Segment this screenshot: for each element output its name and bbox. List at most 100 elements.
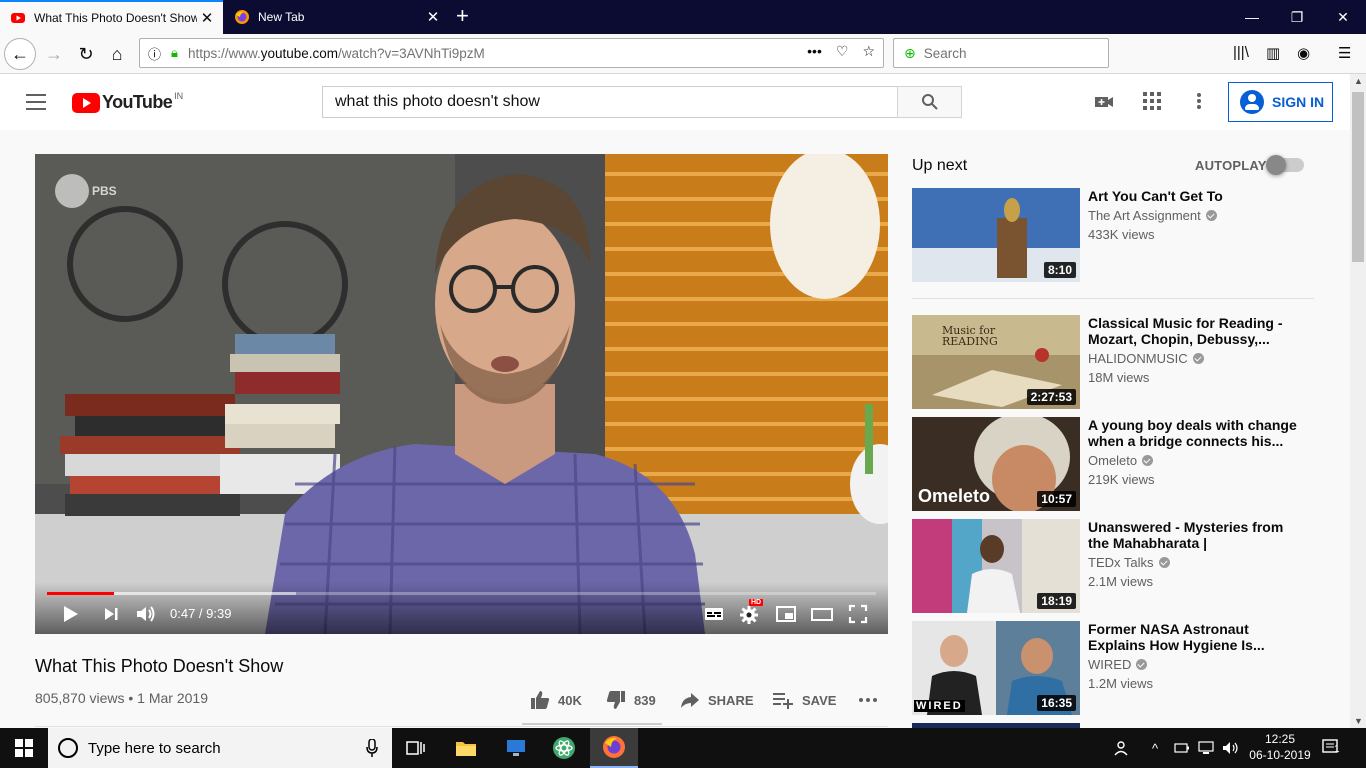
reload-icon[interactable]: ↻ (70, 38, 102, 70)
notification-count: 1 (1334, 744, 1340, 755)
microphone-icon[interactable] (366, 739, 378, 757)
theater-mode-button[interactable] (810, 602, 834, 626)
page-scrollbar[interactable]: ▲ ▼ (1350, 74, 1366, 728)
close-tab-icon[interactable]: ✕ (423, 8, 443, 26)
recommended-video[interactable]: Music for READING 2:27:53 Classical Musi… (912, 315, 1322, 409)
youtube-search-input[interactable]: what this photo doesn't show (322, 86, 898, 118)
page-actions-icon[interactable]: ••• (807, 43, 822, 60)
file-explorer-button[interactable] (442, 728, 490, 768)
recommended-video[interactable]: 8:10 Art You Can't Get To The Art Assign… (912, 188, 1322, 282)
url-bar[interactable]: ⓘ 🔒︎ https://www.youtube.com/watch?v=3AV… (139, 38, 884, 68)
play-button[interactable] (58, 602, 82, 626)
browser-tab-bar: What This Photo Doesn't Show ✕ New Tab ✕… (0, 0, 1366, 34)
video-thumbnail[interactable]: WIRED 16:35 (912, 621, 1080, 715)
sidebar-icon[interactable]: ▥ (1266, 44, 1280, 62)
minimize-icon[interactable]: — (1229, 0, 1275, 34)
channel-name[interactable]: Omeleto (1088, 453, 1298, 468)
miniplayer-button[interactable] (774, 602, 798, 626)
thumbs-down-icon (606, 691, 625, 709)
fullscreen-icon (848, 604, 868, 624)
mute-button[interactable] (134, 602, 158, 626)
fullscreen-button[interactable] (846, 602, 870, 626)
divider (912, 298, 1314, 299)
pocket-icon[interactable]: ♡ (836, 43, 849, 60)
url-text[interactable]: https://www.youtube.com/watch?v=3AVNhTi9… (188, 46, 485, 61)
miniplayer-icon (776, 606, 796, 622)
battery-icon[interactable] (1174, 728, 1190, 768)
video-player[interactable]: PBS 0:47 / 9:39 HD (35, 154, 888, 634)
restore-icon[interactable]: ❐ (1274, 0, 1320, 34)
apps-grid-icon[interactable] (1143, 92, 1161, 110)
bookmark-star-icon[interactable]: ☆ (862, 43, 875, 60)
like-button[interactable]: 40K (530, 690, 582, 710)
search-button[interactable] (897, 86, 962, 118)
like-ratio-bar (522, 723, 662, 725)
scrollbar-thumb[interactable] (1352, 92, 1364, 262)
new-tab-plus-icon[interactable]: + (456, 4, 469, 28)
video-thumbnail[interactable]: 8:10 (912, 188, 1080, 282)
browser-search-input[interactable]: ⊕ Search (893, 38, 1109, 68)
forward-arrow-icon[interactable]: → (38, 38, 70, 70)
scroll-up-icon[interactable]: ▲ (1354, 76, 1363, 86)
settings-more-icon[interactable] (1196, 92, 1202, 110)
autoplay-toggle[interactable] (1266, 155, 1304, 175)
search-engine-icon[interactable]: ⊕ (904, 45, 916, 62)
system-clock[interactable]: 12:25 06-10-2019 (1248, 731, 1312, 763)
sign-in-button[interactable]: SIGN IN (1228, 82, 1333, 122)
video-title[interactable]: Unanswered - Mysteries from the Mahabhar… (1088, 519, 1298, 551)
lock-icon[interactable]: 🔒︎ (171, 45, 178, 61)
volume-icon[interactable] (1222, 728, 1240, 768)
desktop-app-button[interactable] (492, 728, 540, 768)
channel-name[interactable]: TEDx Talks (1088, 555, 1298, 570)
progress-bar[interactable] (47, 592, 876, 595)
create-video-icon[interactable] (1094, 92, 1114, 112)
menu-icon[interactable]: ☰ (1338, 44, 1351, 62)
guide-menu-icon[interactable] (26, 94, 46, 110)
home-icon[interactable]: ⌂ (101, 38, 133, 70)
video-thumbnail[interactable]: 18:19 (912, 519, 1080, 613)
people-icon[interactable] (1114, 728, 1132, 768)
video-title[interactable]: A young boy deals with change when a bri… (1088, 417, 1298, 449)
channel-name[interactable]: The Art Assignment (1088, 208, 1298, 223)
folder-icon (456, 742, 476, 756)
firefox-taskbar-button[interactable] (590, 728, 638, 768)
action-center-button[interactable]: 1 (1322, 738, 1342, 761)
channel-name[interactable]: WIRED (1088, 657, 1298, 672)
thumbnail-text: Music for READING (942, 324, 998, 348)
scroll-down-icon[interactable]: ▼ (1354, 716, 1363, 726)
volume-icon (137, 606, 155, 622)
library-icon[interactable]: |||\ (1233, 44, 1249, 61)
task-view-button[interactable] (392, 728, 440, 768)
network-icon[interactable] (1198, 728, 1216, 768)
share-button[interactable]: SHARE (680, 690, 754, 710)
next-button[interactable] (99, 602, 123, 626)
tab-new-tab[interactable]: New Tab ✕ (224, 0, 449, 34)
recommended-video[interactable]: WIRED 16:35 Former NASA Astronaut Explai… (912, 621, 1322, 715)
video-title[interactable]: Classical Music for Reading - Mozart, Ch… (1088, 315, 1298, 347)
video-thumbnail[interactable]: Music for READING 2:27:53 (912, 315, 1080, 409)
taskbar-search-input[interactable]: Type here to search (48, 728, 392, 768)
atom-app-button[interactable] (540, 728, 588, 768)
video-thumbnail[interactable]: Omeleto 10:57 (912, 417, 1080, 511)
show-hidden-icons-icon[interactable]: ^ (1152, 728, 1158, 768)
subtitles-button[interactable] (702, 602, 726, 626)
save-button[interactable]: SAVE (772, 690, 836, 710)
dislike-button[interactable]: 839 (606, 690, 656, 710)
start-button[interactable] (0, 728, 48, 768)
info-icon[interactable]: ⓘ (148, 44, 161, 63)
close-window-icon[interactable]: ✕ (1320, 0, 1366, 34)
channel-name[interactable]: HALIDONMUSIC (1088, 351, 1298, 366)
account-icon[interactable]: ◉ (1297, 44, 1310, 62)
video-title[interactable]: Former NASA Astronaut Explains How Hygie… (1088, 621, 1298, 653)
region-code: IN (174, 90, 184, 101)
tab-youtube[interactable]: What This Photo Doesn't Show ✕ (0, 0, 223, 34)
search-icon (921, 94, 938, 110)
video-title[interactable]: Art You Can't Get To (1088, 188, 1298, 204)
recommended-video[interactable]: Omeleto 10:57 A young boy deals with cha… (912, 417, 1322, 511)
recommended-video[interactable]: 18:19 Unanswered - Mysteries from the Ma… (912, 519, 1322, 613)
close-tab-icon[interactable]: ✕ (197, 9, 217, 27)
more-actions-button[interactable] (858, 690, 886, 710)
played-bar (47, 592, 115, 595)
back-arrow-icon[interactable]: ← (4, 38, 36, 70)
youtube-logo[interactable]: YouTube IN (72, 90, 184, 113)
